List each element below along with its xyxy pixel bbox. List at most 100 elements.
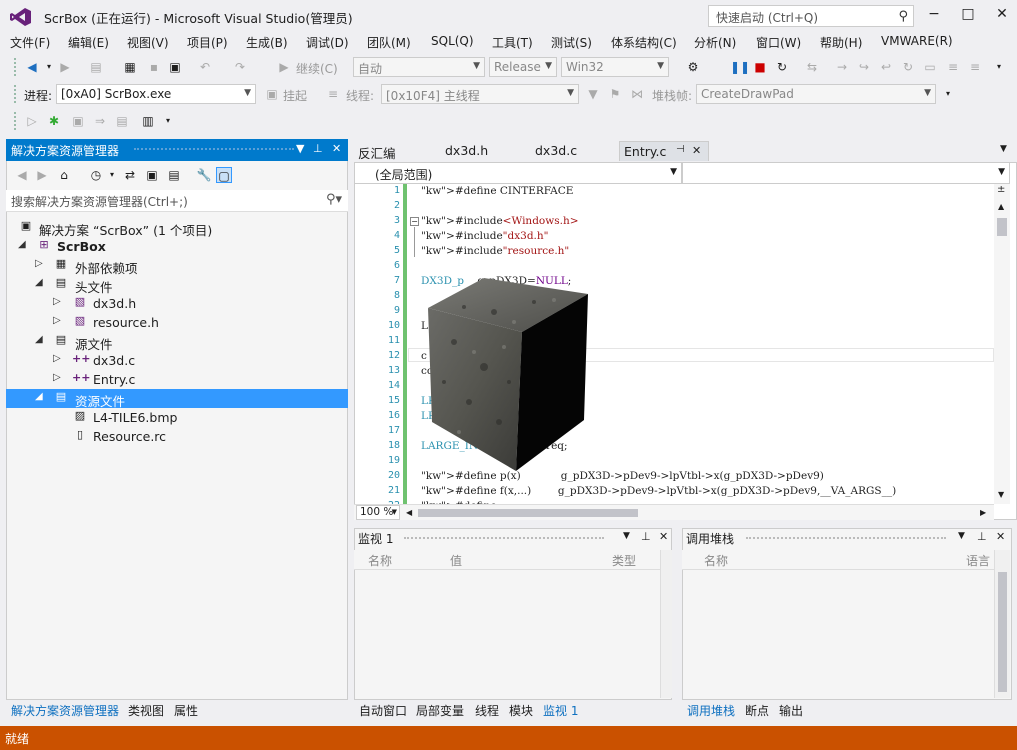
attach-process-icon[interactable]: ⚙: [685, 59, 701, 75]
stop-debugging-icon[interactable]: ■: [752, 59, 768, 75]
toolbar-overflow-icon[interactable]: ▾: [991, 59, 1007, 75]
step-into-icon[interactable]: →: [834, 59, 850, 75]
suspend-icon[interactable]: ▣: [264, 86, 280, 102]
menu-architecture[interactable]: 体系结构(C): [611, 34, 677, 51]
scroll-left-icon[interactable]: ◀: [406, 508, 412, 517]
tab-locals[interactable]: 局部变量: [416, 702, 464, 719]
expander-icon[interactable]: ◢: [35, 334, 43, 345]
show-all-files-icon[interactable]: ▤: [166, 167, 182, 183]
window-position-dropdown-icon[interactable]: ▼: [623, 531, 630, 541]
maximize-button[interactable]: □: [956, 4, 980, 24]
tab-call-stack[interactable]: 调用堆栈: [687, 702, 735, 719]
sync-icon[interactable]: ⇄: [122, 167, 138, 183]
call-stack-scrollbar[interactable]: [994, 550, 1010, 698]
close-icon[interactable]: ✕: [996, 530, 1005, 543]
undo-icon[interactable]: ↶: [197, 59, 213, 75]
column-value-header[interactable]: 值: [450, 552, 462, 569]
code-line[interactable]: "kw">#define CINTERFACE: [421, 185, 573, 197]
zoom-combo[interactable]: 100 % ▼: [356, 505, 400, 520]
tree-item-solution[interactable]: ▣ 解决方案 “ScrBox” (1 个项目): [6, 218, 348, 238]
tab-breakpoints[interactable]: 断点: [745, 702, 769, 719]
tab-dx3d-h[interactable]: dx3d.h: [441, 141, 492, 161]
menu-team[interactable]: 团队(M): [367, 34, 411, 51]
expander-icon[interactable]: ◢: [35, 391, 43, 402]
stack-frame-combo[interactable]: CreateDrawPad ▼: [696, 84, 936, 104]
expander-icon[interactable]: ▷: [53, 353, 61, 364]
expander-icon[interactable]: ◢: [35, 277, 43, 288]
continue-icon[interactable]: ▶: [276, 59, 292, 75]
menu-project[interactable]: 项目(P): [187, 34, 228, 51]
show-next-statement-icon[interactable]: ⇆: [804, 59, 820, 75]
tab-overflow-icon[interactable]: ▼: [1000, 144, 1007, 154]
tab-autos[interactable]: 自动窗口: [359, 702, 407, 719]
menu-help[interactable]: 帮助(H): [820, 34, 862, 51]
clean-icon[interactable]: ⇒: [92, 113, 108, 129]
expander-icon[interactable]: ▷: [53, 315, 61, 326]
scroll-thumb[interactable]: [998, 572, 1007, 692]
save-all-icon[interactable]: ▣: [167, 59, 183, 75]
tab-threads[interactable]: 线程: [475, 702, 499, 719]
save-icon[interactable]: ▪: [146, 59, 162, 75]
menu-window[interactable]: 窗口(W): [756, 34, 801, 51]
close-icon[interactable]: ✕: [332, 142, 341, 155]
expander-icon[interactable]: ▷: [53, 372, 61, 383]
code-line[interactable]: "kw">#define f(x,...) g_pDX3D->pDev9->lp…: [421, 485, 896, 497]
flag-icon[interactable]: ⚑: [607, 86, 623, 102]
tree-item-bitmap[interactable]: ▨ L4-TILE6.bmp: [6, 408, 348, 427]
thread-combo[interactable]: [0x10F4] 主线程 ▼: [381, 84, 579, 104]
watch-title-bar[interactable]: 监视 1 ▼ ⊥ ✕: [354, 528, 672, 548]
tree-item-resource-files[interactable]: ◢ ▤ 资源文件: [6, 389, 348, 409]
watch-scrollbar[interactable]: [660, 550, 672, 698]
cancel-build-icon[interactable]: ▤: [114, 113, 130, 129]
pending-changes-filter-icon[interactable]: ◷: [88, 167, 104, 183]
rebuild-icon[interactable]: ▣: [70, 113, 86, 129]
collapse-region-icon[interactable]: −: [410, 217, 419, 226]
collapse-all-icon[interactable]: ▣: [144, 167, 160, 183]
expander-icon[interactable]: ◢: [18, 239, 26, 250]
continue-label[interactable]: 继续(C): [296, 60, 338, 77]
expander-icon[interactable]: ▷: [35, 258, 43, 269]
tab-modules[interactable]: 模块: [509, 702, 533, 719]
menu-test[interactable]: 测试(S): [551, 34, 592, 51]
suspend-label[interactable]: 挂起: [283, 87, 307, 104]
tree-item-external-deps[interactable]: ▷ ▦ 外部依赖项: [6, 256, 348, 276]
scope-combo[interactable]: (全局范围) ▼: [354, 162, 682, 184]
member-combo[interactable]: ▼: [682, 162, 1010, 184]
window-position-dropdown-icon[interactable]: ▼: [958, 531, 965, 541]
tab-output[interactable]: 输出: [779, 702, 803, 719]
menu-build[interactable]: 生成(B): [246, 34, 288, 51]
tree-item-resource-rc[interactable]: ▯ Resource.rc: [6, 427, 348, 446]
pin-icon[interactable]: ⊥: [977, 530, 987, 543]
quick-launch-input[interactable]: 快速启动 (Ctrl+Q) ⚲: [708, 5, 914, 27]
scroll-thumb[interactable]: [418, 509, 638, 517]
column-name-header[interactable]: 名称: [704, 552, 728, 569]
run-to-cursor-icon[interactable]: ▷: [24, 113, 40, 129]
solution-explorer-title-bar[interactable]: 解决方案资源管理器 ▼ ⊥ ✕: [6, 139, 348, 161]
column-language-header[interactable]: 语言: [966, 552, 990, 569]
forward-icon[interactable]: ▶: [34, 167, 50, 183]
solution-configuration-combo[interactable]: Release ▼: [489, 57, 557, 77]
scroll-right-icon[interactable]: ▶: [980, 508, 986, 517]
tree-item-source-files[interactable]: ◢ ▤ 源文件: [6, 332, 348, 352]
close-icon[interactable]: ✕: [692, 144, 701, 157]
home-icon[interactable]: ⌂: [56, 167, 72, 183]
step-over-icon[interactable]: ↪: [856, 59, 872, 75]
editor-horizontal-scrollbar[interactable]: ◀ ▶: [354, 504, 994, 520]
solution-search-input[interactable]: 搜索解决方案资源管理器(Ctrl+;) ⚲▾: [6, 190, 348, 212]
menu-vmware[interactable]: VMWARE(R): [881, 34, 953, 48]
redo-icon[interactable]: ↷: [232, 59, 248, 75]
menu-tools[interactable]: 工具(T): [492, 34, 533, 51]
editor-vertical-scrollbar[interactable]: ± ▲ ▼: [994, 184, 1010, 504]
call-stack-title-bar[interactable]: 调用堆栈 ▼ ⊥ ✕: [682, 528, 1012, 548]
back-dropdown-icon[interactable]: ▾: [41, 59, 57, 75]
expander-icon[interactable]: ▷: [53, 296, 61, 307]
break-all-icon[interactable]: ❚❚: [730, 59, 750, 75]
menu-edit[interactable]: 编辑(E): [68, 34, 109, 51]
navigate-forward-icon[interactable]: ▶: [57, 59, 73, 75]
minimize-button[interactable]: −: [922, 4, 946, 24]
preview-selected-icon[interactable]: ▢: [216, 167, 232, 183]
tab-class-view[interactable]: 类视图: [128, 702, 164, 719]
thread-icon[interactable]: ≡: [325, 86, 341, 102]
tree-item-resource-h[interactable]: ▷ ▧ resource.h: [6, 313, 348, 332]
menu-sql[interactable]: SQL(Q): [431, 34, 474, 48]
